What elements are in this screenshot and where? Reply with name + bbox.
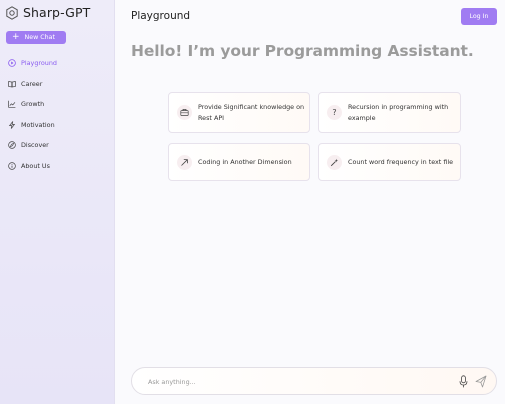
compass-icon — [8, 141, 16, 150]
briefcase-icon — [177, 105, 192, 120]
sidebar-nav: Playground Career Growth Motivation Disc… — [8, 53, 57, 176]
brand-name: Sharp-GPT — [23, 5, 91, 20]
sidebar: Sharp-GPT + New Chat Playground Career G… — [0, 0, 115, 404]
hexagon-logo-icon — [6, 5, 18, 20]
sidebar-item-label: Discover — [21, 141, 49, 150]
sidebar-item-about-us[interactable]: About Us — [8, 156, 57, 177]
plus-icon: + — [12, 32, 20, 42]
brand[interactable]: Sharp-GPT — [6, 5, 90, 20]
microphone-icon[interactable] — [459, 375, 468, 388]
magic-wand-icon — [327, 154, 342, 170]
sidebar-item-discover[interactable]: Discover — [8, 135, 57, 156]
sidebar-item-growth[interactable]: Growth — [8, 94, 57, 115]
new-chat-label: New Chat — [24, 34, 55, 41]
send-icon[interactable] — [475, 375, 487, 388]
sidebar-item-career[interactable]: Career — [8, 74, 57, 95]
question-icon: ? — [327, 105, 342, 120]
suggestion-card[interactable]: Coding in Another Dimension — [168, 143, 310, 181]
ask-input[interactable] — [148, 376, 428, 388]
sidebar-item-label: Growth — [21, 100, 45, 109]
sidebar-item-label: Career — [21, 79, 43, 88]
suggestion-text: Count word frequency in text file — [348, 157, 454, 166]
suggestion-card[interactable]: Provide Significant knowledge on Rest AP… — [168, 92, 310, 133]
sidebar-item-label: Motivation — [21, 120, 55, 129]
chat-composer — [131, 367, 497, 395]
bolt-icon — [8, 120, 16, 129]
new-chat-button[interactable]: + New Chat — [6, 31, 66, 44]
suggestion-text: Provide Significant knowledge on Rest AP… — [198, 103, 305, 122]
suggestion-card[interactable]: Count word frequency in text file — [318, 143, 461, 181]
greeting-heading: Hello! I’m your Programming Assistant. — [131, 42, 474, 60]
sidebar-item-playground[interactable]: Playground — [8, 53, 57, 74]
arrow-up-right-icon — [177, 154, 192, 170]
chart-line-icon — [8, 101, 16, 108]
sidebar-item-label: About Us — [21, 161, 50, 170]
suggestion-text: Recursion in programming with example — [348, 103, 449, 122]
suggestion-card[interactable]: ? Recursion in programming with example — [318, 92, 461, 133]
page-title: Playground — [131, 10, 191, 22]
play-circle-icon — [8, 59, 16, 68]
info-icon — [8, 161, 16, 170]
login-button[interactable]: Log In — [461, 8, 497, 25]
sidebar-item-motivation[interactable]: Motivation — [8, 115, 57, 136]
suggestion-text: Coding in Another Dimension — [198, 157, 292, 166]
book-icon — [8, 80, 16, 88]
sidebar-item-label: Playground — [21, 59, 57, 68]
